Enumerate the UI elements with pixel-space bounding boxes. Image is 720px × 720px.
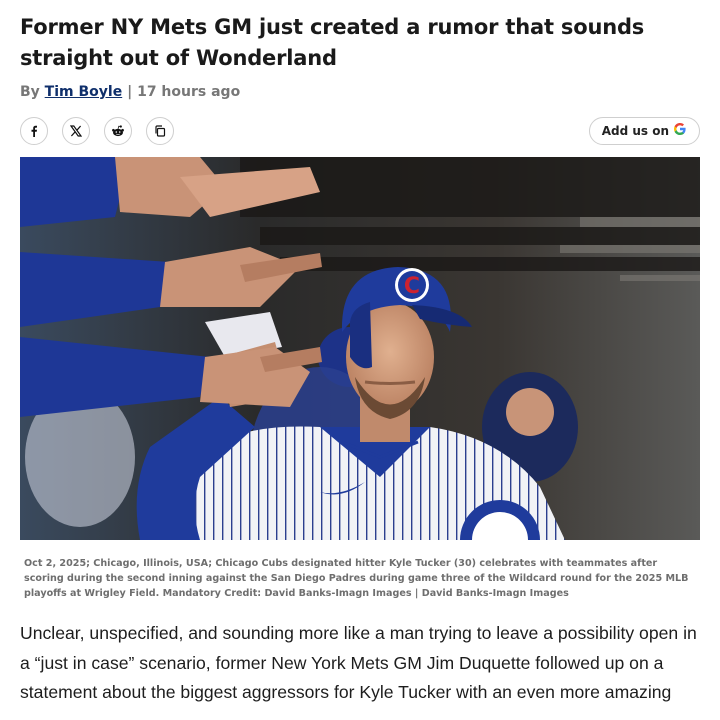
- photo-caption: Oct 2, 2025; Chicago, Illinois, USA; Chi…: [24, 558, 689, 599]
- article-photo: C: [20, 157, 700, 540]
- cubs-player-photo: C: [20, 157, 700, 540]
- byline: By Tim Boyle | 17 hours ago: [20, 84, 240, 100]
- google-button-label: Add us on: [601, 124, 669, 138]
- byline-separator: |: [127, 84, 133, 100]
- x-icon: [70, 125, 82, 137]
- facebook-icon: [31, 125, 37, 137]
- google-logo-icon: [673, 122, 687, 140]
- copy-link-button[interactable]: [146, 117, 174, 145]
- add-us-on-google-button[interactable]: Add us on: [588, 117, 700, 145]
- publish-time: 17 hours ago: [137, 84, 241, 100]
- article-headline: Former NY Mets GM just created a rumor t…: [20, 15, 645, 70]
- share-facebook-button[interactable]: [20, 117, 48, 145]
- share-reddit-button[interactable]: [104, 117, 132, 145]
- author-link[interactable]: Tim Boyle: [45, 84, 123, 100]
- share-x-button[interactable]: [62, 117, 90, 145]
- byline-prefix: By: [20, 84, 40, 100]
- reddit-icon: [112, 125, 124, 137]
- helmet-logo: C: [404, 274, 420, 299]
- copy-link-icon: [155, 125, 166, 137]
- article-paragraph: Unclear, unspecified, and sounding more …: [20, 623, 697, 702]
- share-buttons: [20, 117, 174, 145]
